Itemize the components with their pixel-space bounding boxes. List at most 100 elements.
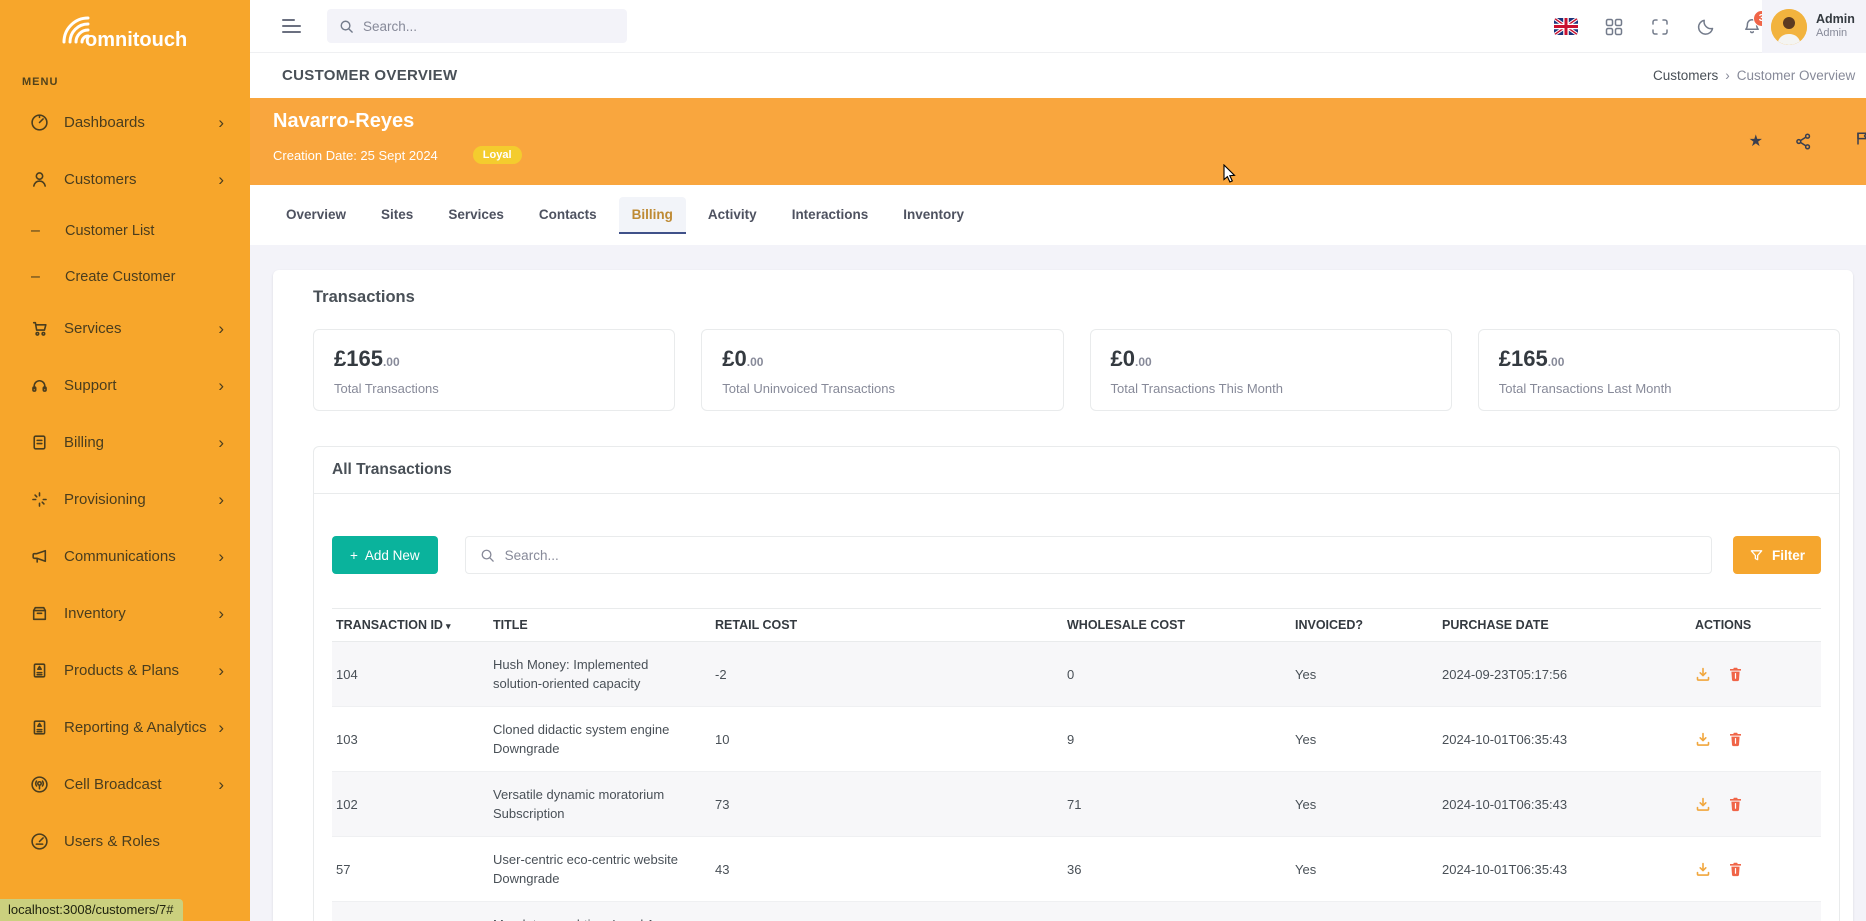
users-roles-icon [30, 832, 49, 851]
column-header-transaction-id[interactable]: TRANSACTION ID▾ [332, 609, 489, 642]
cell-transaction-id: 57 [332, 837, 489, 902]
sidebar-item-reporting-analytics[interactable]: Reporting & Analytics › [0, 699, 250, 756]
download-button[interactable] [1695, 666, 1711, 682]
download-icon [1695, 666, 1711, 682]
sidebar-item-cell-broadcast[interactable]: Cell Broadcast › [0, 756, 250, 813]
trash-icon [1728, 731, 1743, 747]
delete-button[interactable] [1728, 666, 1743, 682]
stat-value: £165 [1499, 346, 1548, 371]
add-new-button[interactable]: + Add New [332, 536, 438, 574]
tab-interactions[interactable]: Interactions [779, 197, 882, 234]
delete-button[interactable] [1728, 796, 1743, 812]
sidebar-item-support[interactable]: Support › [0, 357, 250, 414]
filter-button[interactable]: Filter [1733, 536, 1821, 574]
delete-button[interactable] [1728, 731, 1743, 747]
cell-transaction-id: 56 [332, 902, 489, 921]
apps-grid-button[interactable] [1604, 17, 1624, 37]
cell-transaction-id: 102 [332, 772, 489, 837]
stat-cents: .00 [383, 355, 400, 369]
column-header-title: TITLE [489, 609, 711, 642]
sidebar-item-communications[interactable]: Communications › [0, 528, 250, 585]
column-header-actions: ACTIONS [1691, 609, 1821, 642]
sidebar-item-provisioning[interactable]: Provisioning › [0, 471, 250, 528]
sidebar-item-inventory[interactable]: Inventory › [0, 585, 250, 642]
table-search [465, 536, 1712, 574]
tab-sites[interactable]: Sites [368, 197, 426, 234]
sidebar-item-label: Cell Broadcast [64, 776, 218, 793]
sidebar-item-dashboards[interactable]: Dashboards › [0, 94, 250, 151]
cell-wholesale-cost: 36 [1063, 837, 1291, 902]
download-button[interactable] [1695, 796, 1711, 812]
user-menu[interactable]: Admin Admin [1762, 0, 1866, 53]
tab-activity[interactable]: Activity [695, 197, 770, 234]
delete-button[interactable] [1728, 861, 1743, 877]
breadcrumb-section[interactable]: Customers [1653, 68, 1718, 83]
sidebar-item-create-customer[interactable]: – Create Customer [0, 254, 250, 300]
page-title: CUSTOMER OVERVIEW [282, 67, 457, 84]
stat-label: Total Transactions [334, 381, 654, 396]
trash-icon [1728, 861, 1743, 877]
favorite-star-icon[interactable]: ★ [1749, 131, 1763, 151]
cell-title: Mandatory real-time Local Area Network D… [489, 902, 711, 921]
sidebar-item-customer-list[interactable]: – Customer List [0, 208, 250, 254]
breadcrumb-separator-icon: › [1725, 68, 1730, 83]
fullscreen-button[interactable] [1650, 17, 1670, 37]
share-button[interactable] [1795, 133, 1812, 150]
flag-button[interactable] [1855, 130, 1866, 152]
report-icon [30, 718, 49, 737]
dark-mode-button[interactable] [1696, 17, 1716, 37]
chevron-right-icon: › [218, 171, 224, 188]
app-logo[interactable]: omnitouch [0, 0, 250, 52]
customer-banner: Navarro-Reyes Creation Date: 25 Sept 202… [250, 98, 1866, 185]
tab-overview[interactable]: Overview [273, 197, 359, 234]
sidebar-item-customers[interactable]: Customers › [0, 151, 250, 208]
chevron-right-icon: › [218, 719, 224, 736]
flag-icon [1855, 130, 1866, 147]
sidebar-subitem-label: Create Customer [65, 269, 175, 285]
page-header-row: CUSTOMER OVERVIEW Customers›Customer Ove… [250, 54, 1866, 98]
tab-billing[interactable]: Billing [619, 197, 686, 234]
invoice-icon [30, 433, 49, 452]
sparkle-icon [30, 490, 49, 509]
table-search-input[interactable] [505, 548, 1601, 563]
sort-caret-icon: ▾ [446, 621, 451, 631]
sidebar-item-users-roles[interactable]: Users & Roles [0, 813, 250, 870]
chevron-right-icon: › [218, 662, 224, 679]
chevron-right-icon: › [218, 605, 224, 622]
tab-contacts[interactable]: Contacts [526, 197, 610, 234]
url-preview-tooltip: localhost:3008/customers/7# [0, 899, 183, 921]
tab-services[interactable]: Services [435, 197, 517, 234]
cell-retail-cost: -2 [711, 642, 1063, 707]
user-role: Admin [1816, 27, 1855, 41]
download-button[interactable] [1695, 861, 1711, 877]
billing-content-card: Transactions £165.00 Total Transactions … [273, 270, 1853, 921]
download-icon [1695, 796, 1711, 812]
cell-retail-cost: 73 [711, 902, 1063, 921]
global-search-input[interactable] [363, 19, 603, 34]
hamburger-menu-icon[interactable] [282, 19, 301, 33]
avatar [1771, 9, 1807, 45]
apps-grid-icon [1604, 17, 1624, 37]
cell-title: Versatile dynamic moratorium Subscriptio… [489, 772, 711, 837]
column-header-invoiced: INVOICED? [1291, 609, 1438, 642]
transactions-section-title: Transactions [313, 288, 1840, 307]
cell-retail-cost: 10 [711, 707, 1063, 772]
notifications-button[interactable]: 3 [1742, 17, 1762, 37]
cell-wholesale-cost: 33 [1063, 902, 1291, 921]
stat-cents: .00 [747, 355, 764, 369]
stat-cents: .00 [1135, 355, 1152, 369]
sidebar-item-label: Dashboards [64, 114, 218, 131]
table-toolbar: + Add New Filter [314, 494, 1839, 574]
download-button[interactable] [1695, 731, 1711, 747]
sidebar-item-services[interactable]: Services › [0, 300, 250, 357]
cell-purchase-date: 2024-10-01T06:35:43 [1438, 772, 1691, 837]
sidebar-item-label: Products & Plans [64, 662, 218, 679]
customer-name: Navarro-Reyes [273, 110, 414, 133]
sidebar-item-billing[interactable]: Billing › [0, 414, 250, 471]
tab-inventory[interactable]: Inventory [890, 197, 977, 234]
chevron-right-icon: › [218, 377, 224, 394]
sidebar-item-products-plans[interactable]: Products & Plans › [0, 642, 250, 699]
language-flag-button[interactable] [1554, 18, 1578, 35]
stat-card-uninvoiced: £0.00 Total Uninvoiced Transactions [701, 329, 1063, 411]
dash-icon: – [31, 222, 50, 240]
